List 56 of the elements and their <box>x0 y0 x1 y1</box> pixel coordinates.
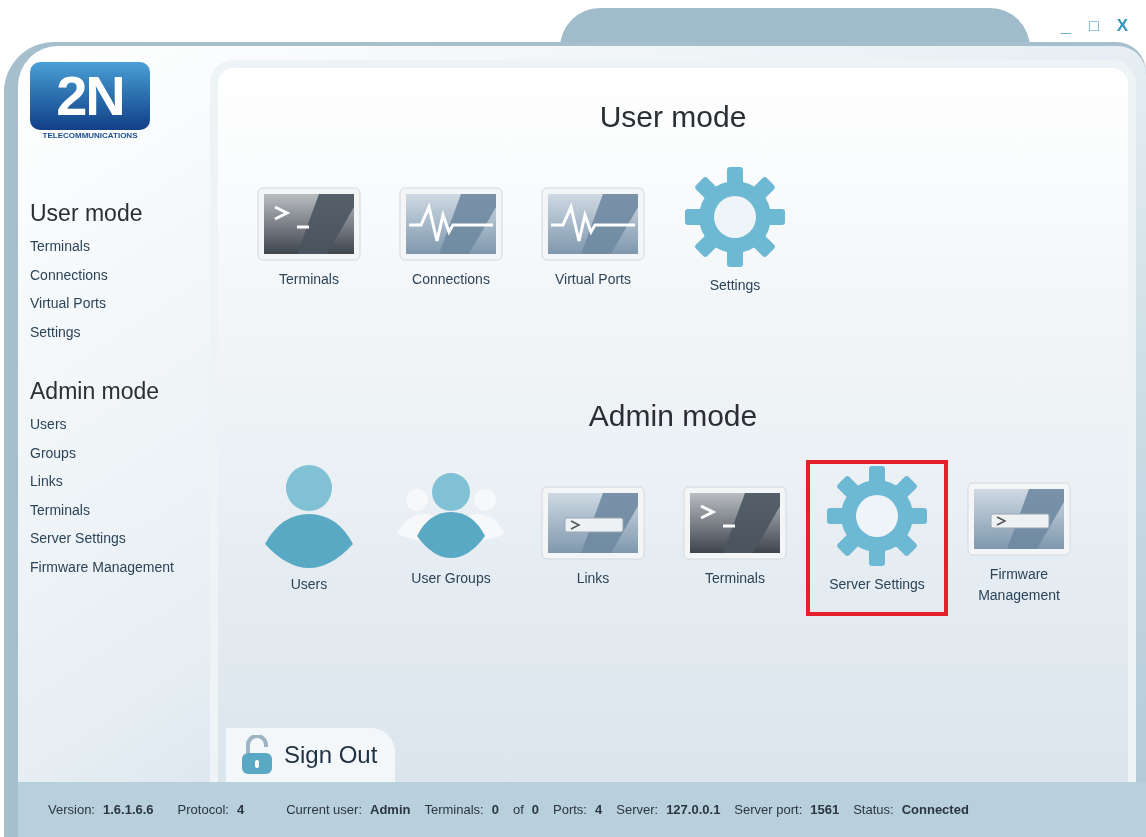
sidebar-link[interactable]: Terminals <box>30 495 210 524</box>
monitor-icon <box>399 187 503 264</box>
tile-button[interactable]: Server Settings <box>806 460 948 616</box>
settings-icon <box>683 165 787 269</box>
terminal-icon <box>683 486 787 563</box>
status-label: Ports: <box>553 800 587 819</box>
terminal-icon <box>257 187 361 264</box>
tile-button[interactable]: Firmware Management <box>948 460 1090 616</box>
status-label: Terminals: <box>424 800 484 819</box>
status-value: 1.6.1.6.6 <box>103 800 154 819</box>
status-label: Protocol: <box>177 800 229 819</box>
tile-button[interactable]: Terminals <box>664 460 806 616</box>
tile-button[interactable]: User Groups <box>380 460 522 616</box>
status-label: Server port: <box>734 800 803 819</box>
tile-button[interactable]: Settings <box>664 161 806 317</box>
logo-tagline: TELECOMMUNICATIONS <box>42 130 138 142</box>
status-label: Current user: <box>286 800 362 819</box>
maximize-button[interactable]: □ <box>1089 16 1099 36</box>
sidebar-link[interactable]: Server Settings <box>30 524 210 553</box>
logo-mark: 2N <box>30 62 150 130</box>
sidebar-link[interactable]: Terminals <box>30 232 210 261</box>
status-value: 0 <box>531 800 540 819</box>
tile-button[interactable]: Links <box>522 460 664 616</box>
sidebar-heading: Admin mode <box>30 377 161 406</box>
sidebar-link[interactable]: Virtual Ports <box>30 289 210 318</box>
monitor-icon <box>541 187 645 264</box>
status-value: Connected <box>901 800 969 819</box>
sidebar-link[interactable]: Settings <box>30 317 210 346</box>
status-value: 4 <box>595 800 603 819</box>
status-label: of <box>512 800 524 819</box>
monitor-icon <box>541 486 645 563</box>
sidebar-link[interactable]: Users <box>30 410 210 439</box>
sidebar-link[interactable]: Links <box>30 467 210 496</box>
status-label: Server: <box>616 800 659 819</box>
minimize-button[interactable]: _ <box>1060 16 1071 36</box>
status-value: 0 <box>491 800 499 819</box>
section-heading: User mode <box>598 99 748 135</box>
sidebar-link[interactable]: Groups <box>30 438 210 467</box>
tile-button[interactable]: Virtual Ports <box>522 161 664 317</box>
monitor-icon <box>967 482 1071 558</box>
status-label: Status: <box>853 800 894 819</box>
settings-icon <box>825 464 929 568</box>
sign-out-button[interactable]: Sign Out <box>226 728 396 782</box>
section-heading: Admin mode <box>587 398 759 434</box>
tile-button[interactable]: Users <box>238 460 380 616</box>
sidebar-link[interactable]: Firmware Management <box>30 552 210 581</box>
status-value: 4 <box>236 800 245 819</box>
status-label: Version: <box>48 800 95 819</box>
padlock-icon <box>240 735 274 775</box>
status-value: Admin <box>370 800 411 819</box>
tile-button[interactable]: Connections <box>380 161 522 317</box>
tile-button[interactable]: Terminals <box>238 161 380 317</box>
status-value: 127.0.0.1 <box>666 800 721 819</box>
sidebar-link[interactable]: Connections <box>30 260 210 289</box>
sidebar-heading: User mode <box>30 199 144 228</box>
status-value: 1561 <box>810 800 840 819</box>
